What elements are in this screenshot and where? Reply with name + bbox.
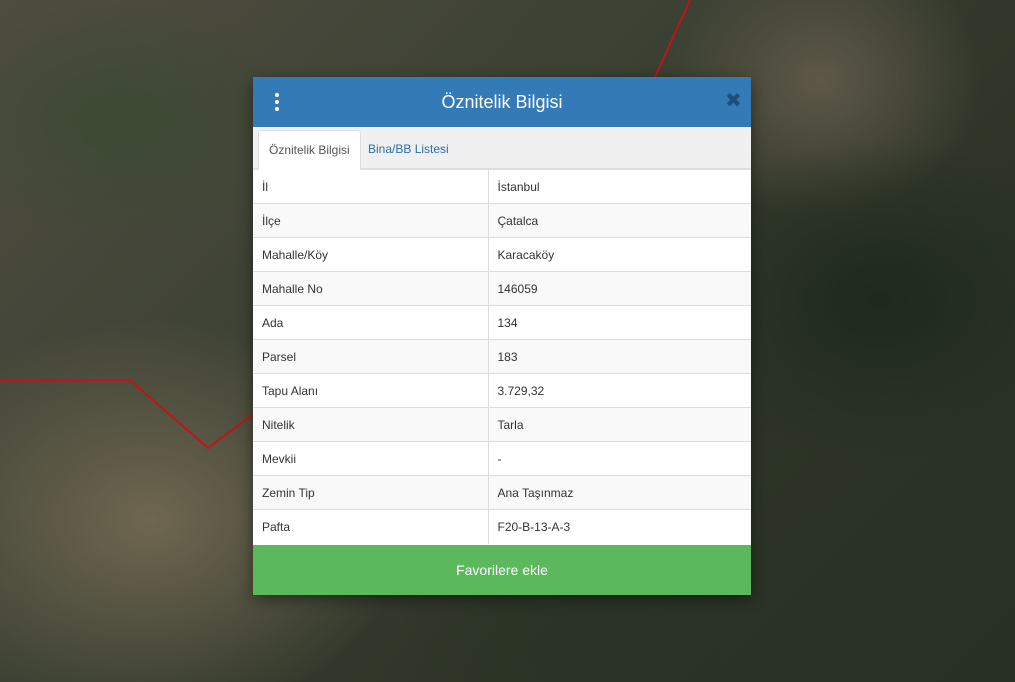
attribute-value: İstanbul — [488, 169, 751, 204]
table-row: Parsel 183 — [253, 339, 751, 374]
tab-building-list[interactable]: Bina/BB Listesi — [358, 130, 459, 170]
table-row: İlçe Çatalca — [253, 203, 751, 238]
tab-attribute-info[interactable]: Öznitelik Bilgisi — [258, 130, 361, 170]
table-row: İl İstanbul — [253, 169, 751, 204]
table-row: Ada 134 — [253, 305, 751, 340]
attribute-key: İl — [253, 169, 489, 204]
table-row: Nitelik Tarla — [253, 407, 751, 442]
table-row: Mevkii - — [253, 441, 751, 476]
attribute-key: Ada — [253, 305, 489, 340]
table-row: Mahalle No 146059 — [253, 271, 751, 306]
attribute-value: - — [488, 441, 751, 476]
attribute-key: Mahalle/Köy — [253, 237, 489, 272]
attribute-key: İlçe — [253, 203, 489, 238]
attribute-info-dialog: Öznitelik Bilgisi ✖ Öznitelik Bilgisi Bi… — [253, 77, 751, 595]
add-to-favorites-button[interactable]: Favorilere ekle — [253, 545, 751, 595]
attribute-key: Mevkii — [253, 441, 489, 476]
attribute-key: Mahalle No — [253, 271, 489, 306]
attribute-value: 3.729,32 — [488, 373, 751, 408]
attribute-value: F20-B-13-A-3 — [488, 509, 751, 544]
parcel-boundary-top — [654, 0, 691, 78]
attribute-value: 183 — [488, 339, 751, 374]
table-row: Tapu Alanı 3.729,32 — [253, 373, 751, 408]
table-row: Zemin Tip Ana Taşınmaz — [253, 475, 751, 510]
attribute-key: Nitelik — [253, 407, 489, 442]
attribute-value: Ana Taşınmaz — [488, 475, 751, 510]
attribute-value: 134 — [488, 305, 751, 340]
attribute-table: İl İstanbul İlçe Çatalca Mahalle/Köy Kar… — [253, 169, 751, 544]
kebab-menu-icon[interactable] — [271, 93, 283, 111]
attribute-key: Parsel — [253, 339, 489, 374]
attribute-key: Tapu Alanı — [253, 373, 489, 408]
attribute-key: Pafta — [253, 509, 489, 544]
parcel-boundary-left — [0, 378, 257, 450]
attribute-value: Karacaköy — [488, 237, 751, 272]
table-row: Mahalle/Köy Karacaköy — [253, 237, 751, 272]
dialog-tabs: Öznitelik Bilgisi Bina/BB Listesi — [253, 127, 751, 170]
attribute-value: Tarla — [488, 407, 751, 442]
attribute-key: Zemin Tip — [253, 475, 489, 510]
table-row: Pafta F20-B-13-A-3 — [253, 509, 751, 544]
attribute-value: 146059 — [488, 271, 751, 306]
dialog-title: Öznitelik Bilgisi — [441, 91, 563, 112]
close-icon[interactable]: ✖ — [725, 91, 742, 111]
attribute-value: Çatalca — [488, 203, 751, 238]
dialog-header: Öznitelik Bilgisi ✖ — [253, 77, 751, 127]
